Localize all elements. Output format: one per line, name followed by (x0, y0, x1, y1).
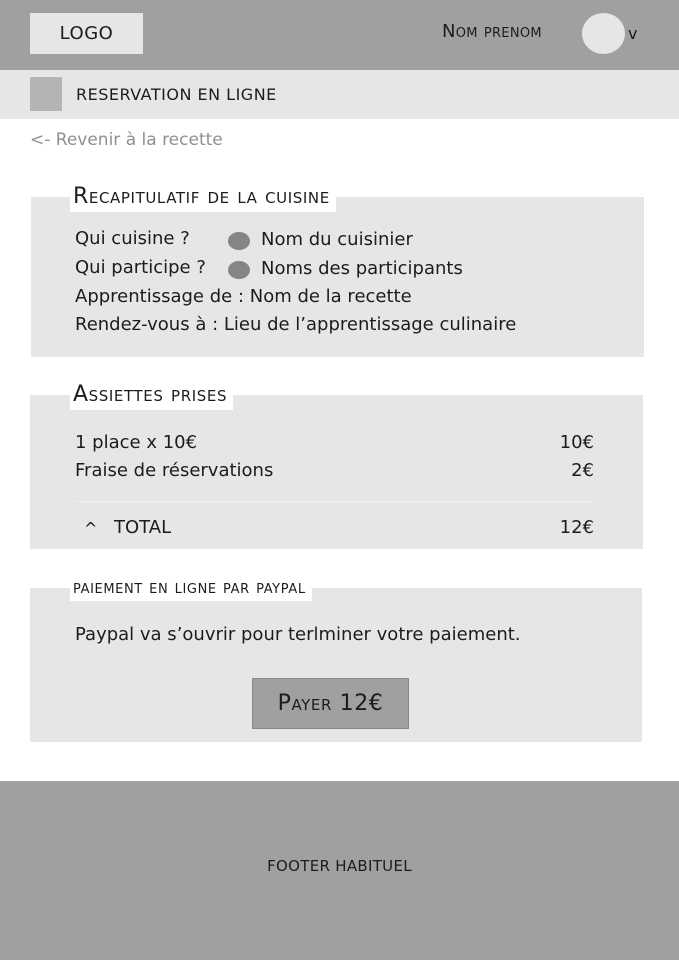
logo[interactable]: LOGO (30, 13, 143, 54)
total-amount: 12€ (559, 517, 594, 538)
back-to-recipe-link[interactable]: <- Revenir à la recette (30, 130, 223, 150)
top-header: LOGO Nom prenom v (0, 0, 679, 70)
payment-message: Paypal va s’ouvrir pour terlminer votre … (75, 624, 521, 645)
who-cooks-label: Qui cuisine ? (75, 228, 190, 249)
booking-fee-label: Fraise de réservations (75, 460, 274, 481)
section-bar: RESERVATION EN LIGNE (0, 70, 679, 119)
seat-line-amount: 10€ (559, 432, 594, 453)
recipe-line: Apprentissage de : Nom de la recette (75, 286, 412, 307)
pay-button[interactable]: Payer 12€ (252, 678, 409, 729)
location-line: Rendez-vous à : Lieu de l’apprentissage … (75, 314, 517, 335)
collapse-caret-icon[interactable]: ^ (84, 519, 97, 538)
plates-title: Assiettes prises (70, 380, 234, 410)
total-label: TOTAL (114, 517, 172, 538)
user-name[interactable]: Nom prenom (442, 21, 542, 42)
divider (75, 501, 594, 502)
seat-line-label: 1 place x 10€ (75, 432, 198, 453)
cook-avatar-icon (228, 232, 250, 250)
who-cooks-value: Nom du cuisinier (261, 229, 413, 250)
section-title: RESERVATION EN LIGNE (76, 85, 277, 104)
who-participates-value: Noms des participants (261, 258, 463, 279)
payment-title: paiement en ligne par paypal (70, 574, 312, 601)
booking-fee-amount: 2€ (571, 460, 594, 481)
avatar[interactable] (582, 13, 625, 54)
participants-avatar-icon (228, 261, 250, 279)
image-placeholder-icon (30, 77, 62, 111)
who-participates-label: Qui participe ? (75, 257, 206, 278)
footer-text: FOOTER HABITUEL (267, 857, 412, 875)
chevron-down-icon[interactable]: v (628, 24, 637, 43)
recap-title: Recapitulatif de la cuisine (70, 182, 336, 212)
footer: FOOTER HABITUEL (0, 781, 679, 960)
